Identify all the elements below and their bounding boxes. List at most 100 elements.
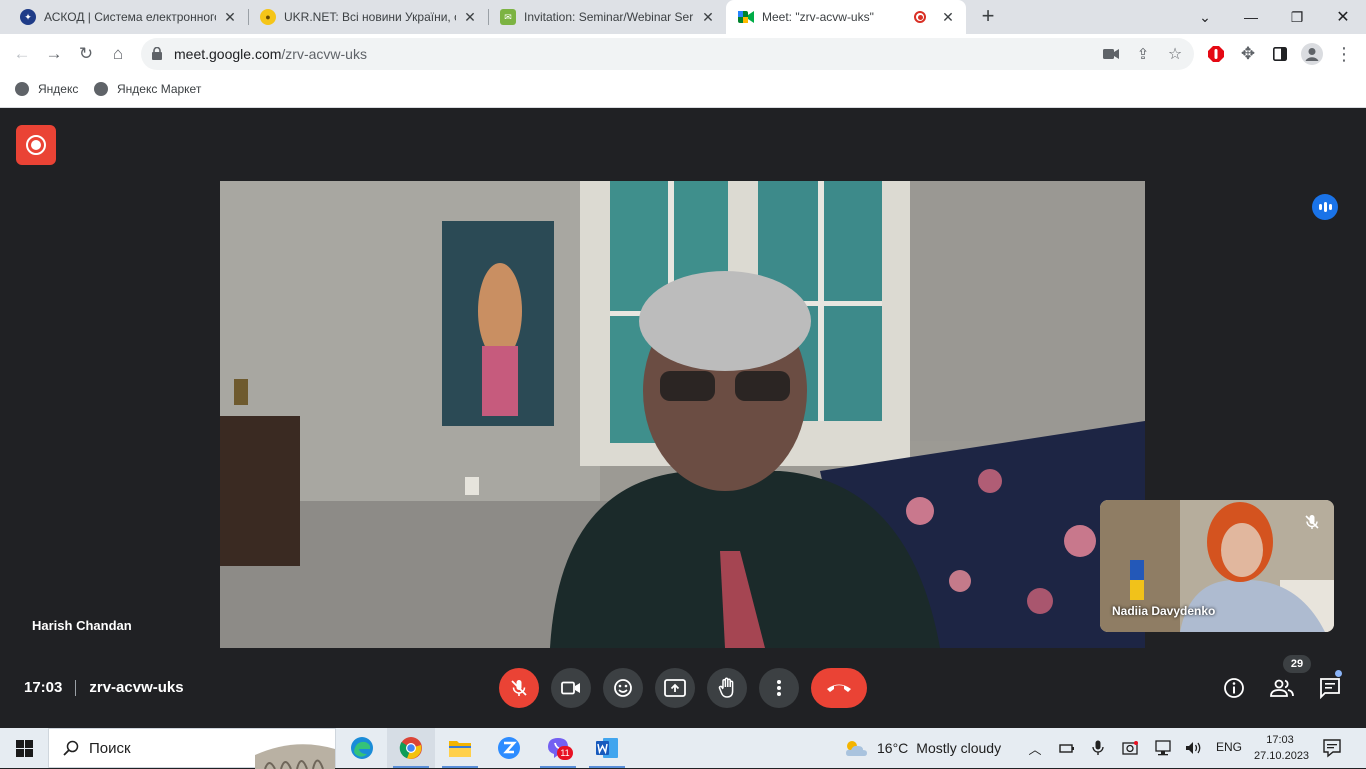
camera-in-use-icon[interactable] [1120, 738, 1140, 758]
notifications-icon[interactable] [1322, 738, 1342, 758]
viber-badge: 11 [557, 746, 573, 760]
close-icon[interactable]: ✕ [700, 9, 716, 25]
leave-call-button[interactable] [811, 668, 867, 708]
mic-off-icon [511, 680, 527, 696]
tab-label: Meet: "zrv-acvw-uks" [762, 10, 874, 24]
globe-icon [94, 82, 108, 96]
clock-time: 17:03 [1266, 734, 1294, 746]
toggle-camera-button[interactable] [551, 668, 591, 708]
chrome-icon [399, 737, 422, 759]
close-icon[interactable]: ✕ [222, 9, 238, 25]
address-bar[interactable]: meet.google.com/zrv-acvw-uks ⇪ ☆ [141, 38, 1194, 70]
main-participant-video [220, 181, 1145, 648]
tab-label: АСКОД | Система електронного [44, 10, 216, 24]
weather-description: Mostly cloudy [916, 740, 1002, 756]
meeting-code: zrv-acvw-uks [89, 679, 184, 696]
taskbar-file-explorer[interactable] [436, 728, 484, 768]
weather-temperature: 16°C [877, 740, 909, 756]
bookmark-yandex-market[interactable]: Яндекс Маркет [94, 82, 201, 96]
tab-askod[interactable]: ✦ АСКОД | Система електронного ✕ [8, 0, 248, 34]
toggle-mic-button[interactable] [499, 668, 539, 708]
weather-widget[interactable]: 16°C Mostly cloudy [843, 728, 1001, 768]
chat-button[interactable] [1317, 675, 1343, 701]
close-window-icon[interactable]: ✕ [1320, 0, 1366, 34]
globe-icon [15, 82, 29, 96]
close-icon[interactable]: ✕ [940, 9, 956, 25]
meeting-details-bar: 17:03 zrv-acvw-uks [24, 679, 184, 696]
extensions-puzzle-icon[interactable]: ✥ [1234, 40, 1262, 68]
clock-date: 27.10.2023 [1254, 750, 1310, 762]
bookmark-star-icon[interactable]: ☆ [1161, 40, 1189, 68]
close-icon[interactable]: ✕ [462, 9, 478, 25]
tab-meet[interactable]: Meet: "zrv-acvw-uks" ✕ [726, 0, 966, 34]
ukrnet-icon: ● [260, 9, 276, 25]
profile-avatar-icon[interactable] [1298, 40, 1326, 68]
bookmark-label: Яндекс Маркет [117, 82, 202, 96]
share-icon[interactable]: ⇪ [1129, 40, 1157, 68]
url-text: meet.google.com/zrv-acvw-uks [174, 46, 367, 62]
side-panel-icon[interactable] [1266, 40, 1294, 68]
more-options-button[interactable] [759, 668, 799, 708]
mic-off-icon [1304, 514, 1320, 530]
meeting-info-button[interactable] [1221, 675, 1247, 701]
taskbar-zoom[interactable] [485, 728, 533, 768]
reload-icon[interactable]: ↻ [72, 40, 100, 68]
windows-taskbar: Поиск 11 16°C Mostly cloudy ︿ ENG 17:03 … [0, 728, 1366, 769]
emoji-icon [614, 679, 632, 697]
forward-icon[interactable]: → [40, 40, 68, 68]
volume-icon[interactable] [1184, 738, 1204, 758]
askod-icon: ✦ [20, 9, 36, 25]
microphone-icon[interactable] [1088, 738, 1108, 758]
bookmark-yandex[interactable]: Яндекс [15, 82, 78, 96]
chat-notification-dot [1335, 670, 1342, 677]
camera-icon[interactable] [1097, 40, 1125, 68]
input-language[interactable]: ENG [1216, 740, 1242, 754]
new-tab-icon[interactable]: + [976, 5, 1000, 29]
tab-label: UKR.NET: Всі новини України, о [284, 10, 456, 24]
system-clock[interactable]: 17:03 27.10.2023 [1254, 732, 1310, 764]
word-icon [596, 738, 618, 758]
home-icon[interactable]: ⌂ [104, 40, 132, 68]
menu-kebab-icon[interactable]: ⋮ [1330, 40, 1358, 68]
browser-tab-strip: ✦ АСКОД | Система електронного ✕ ● UKR.N… [0, 0, 1366, 34]
self-view-tile[interactable]: Nadiia Davydenko [1100, 500, 1334, 632]
minimize-icon[interactable]: — [1228, 0, 1274, 34]
tab-invitation[interactable]: ✉ Invitation: Seminar/Webinar Ser ✕ [488, 0, 726, 34]
adblock-extension-icon[interactable] [1202, 40, 1230, 68]
recording-button[interactable] [16, 125, 56, 165]
people-count-badge: 29 [1283, 655, 1311, 673]
recording-indicator-icon [914, 11, 926, 23]
usb-device-icon[interactable] [1057, 738, 1077, 758]
more-vert-icon [777, 680, 781, 696]
taskbar-chrome[interactable] [387, 728, 435, 768]
hand-icon [718, 677, 734, 698]
show-hidden-icons-chevron-icon[interactable]: ︿ [1025, 738, 1045, 758]
people-button[interactable] [1269, 675, 1295, 701]
reactions-button[interactable] [603, 668, 643, 708]
taskbar-edge[interactable] [338, 728, 386, 768]
restore-icon[interactable]: ❐ [1274, 0, 1320, 34]
browser-toolbar: ← → ↻ ⌂ meet.google.com/zrv-acvw-uks ⇪ ☆… [0, 34, 1366, 74]
present-screen-button[interactable] [655, 668, 695, 708]
bookmarks-bar: Яндекс Яндекс Маркет [0, 74, 1366, 108]
raise-hand-button[interactable] [707, 668, 747, 708]
bookmark-label: Яндекс [38, 82, 79, 96]
main-participant-name: Harish Chandan [32, 618, 132, 633]
tab-search-icon[interactable]: ⌄ [1182, 0, 1228, 34]
chat-icon [1320, 678, 1340, 699]
search-placeholder: Поиск [89, 739, 131, 757]
windows-logo-icon [15, 739, 33, 757]
present-screen-icon [664, 679, 686, 697]
taskbar-word[interactable] [583, 728, 631, 768]
tab-label: Invitation: Seminar/Webinar Ser [524, 10, 694, 24]
tab-ukrnet[interactable]: ● UKR.NET: Всі новини України, о ✕ [248, 0, 488, 34]
url-path: /zrv-acvw-uks [281, 46, 367, 62]
back-icon[interactable]: ← [8, 40, 36, 68]
start-button[interactable] [0, 728, 48, 768]
taskbar-search-input[interactable]: Поиск [48, 728, 336, 769]
video-frame-image [220, 181, 1145, 648]
taskbar-viber[interactable]: 11 [534, 728, 582, 768]
camera-icon [561, 681, 580, 695]
network-icon[interactable] [1153, 738, 1173, 758]
zoom-icon [498, 737, 520, 759]
